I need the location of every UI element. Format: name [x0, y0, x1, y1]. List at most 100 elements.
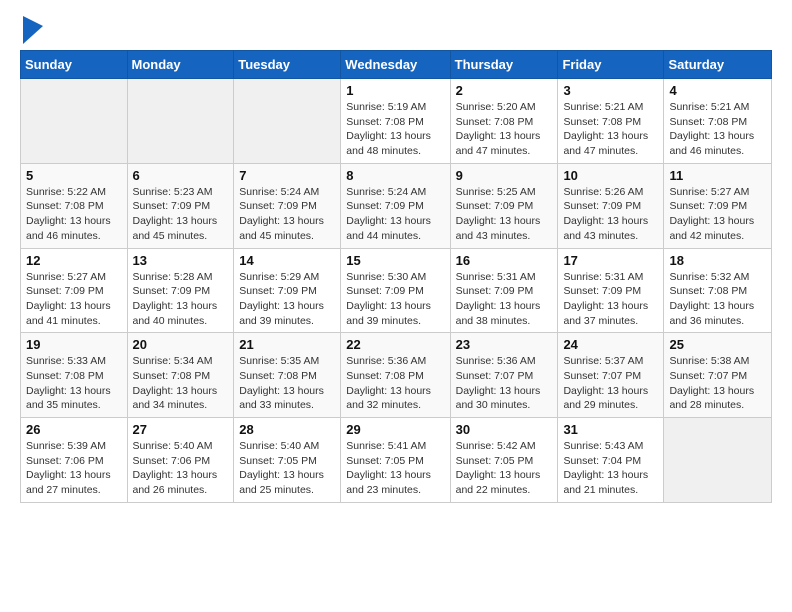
calendar-cell: 5 Sunrise: 5:22 AMSunset: 7:08 PMDaylight…	[21, 163, 128, 248]
day-number: 9	[456, 168, 553, 183]
calendar-cell	[664, 418, 772, 503]
day-number: 6	[133, 168, 229, 183]
calendar-cell: 30 Sunrise: 5:42 AMSunset: 7:05 PMDayligh…	[450, 418, 558, 503]
calendar-cell: 6 Sunrise: 5:23 AMSunset: 7:09 PMDaylight…	[127, 163, 234, 248]
day-number: 10	[563, 168, 658, 183]
day-detail: Sunrise: 5:41 AMSunset: 7:05 PMDaylight:…	[346, 439, 444, 498]
calendar-cell	[21, 79, 128, 164]
day-number: 12	[26, 253, 122, 268]
day-number: 22	[346, 337, 444, 352]
day-number: 23	[456, 337, 553, 352]
day-detail: Sunrise: 5:31 AMSunset: 7:09 PMDaylight:…	[563, 270, 658, 329]
weekday-header: Thursday	[450, 51, 558, 79]
day-number: 15	[346, 253, 444, 268]
day-number: 3	[563, 83, 658, 98]
calendar-cell: 4 Sunrise: 5:21 AMSunset: 7:08 PMDaylight…	[664, 79, 772, 164]
calendar-week-row: 12 Sunrise: 5:27 AMSunset: 7:09 PMDayligh…	[21, 248, 772, 333]
day-number: 21	[239, 337, 335, 352]
calendar-cell: 26 Sunrise: 5:39 AMSunset: 7:06 PMDayligh…	[21, 418, 128, 503]
day-detail: Sunrise: 5:21 AMSunset: 7:08 PMDaylight:…	[563, 100, 658, 159]
day-detail: Sunrise: 5:32 AMSunset: 7:08 PMDaylight:…	[669, 270, 766, 329]
day-detail: Sunrise: 5:40 AMSunset: 7:06 PMDaylight:…	[133, 439, 229, 498]
page-container: SundayMondayTuesdayWednesdayThursdayFrid…	[0, 0, 792, 513]
day-number: 7	[239, 168, 335, 183]
calendar-cell: 12 Sunrise: 5:27 AMSunset: 7:09 PMDayligh…	[21, 248, 128, 333]
day-detail: Sunrise: 5:38 AMSunset: 7:07 PMDaylight:…	[669, 354, 766, 413]
calendar-week-row: 26 Sunrise: 5:39 AMSunset: 7:06 PMDayligh…	[21, 418, 772, 503]
calendar-cell: 19 Sunrise: 5:33 AMSunset: 7:08 PMDayligh…	[21, 333, 128, 418]
day-number: 26	[26, 422, 122, 437]
day-number: 18	[669, 253, 766, 268]
day-number: 16	[456, 253, 553, 268]
day-detail: Sunrise: 5:21 AMSunset: 7:08 PMDaylight:…	[669, 100, 766, 159]
calendar-cell: 17 Sunrise: 5:31 AMSunset: 7:09 PMDayligh…	[558, 248, 664, 333]
day-number: 31	[563, 422, 658, 437]
calendar-cell: 28Sunrise: 5:40 AMSunset: 7:05 PMDayligh…	[234, 418, 341, 503]
calendar-cell: 14Sunrise: 5:29 AMSunset: 7:09 PMDayligh…	[234, 248, 341, 333]
day-number: 2	[456, 83, 553, 98]
day-detail: Sunrise: 5:30 AMSunset: 7:09 PMDaylight:…	[346, 270, 444, 329]
calendar-cell: 21Sunrise: 5:35 AMSunset: 7:08 PMDayligh…	[234, 333, 341, 418]
calendar-table: SundayMondayTuesdayWednesdayThursdayFrid…	[20, 50, 772, 503]
calendar-week-row: 19 Sunrise: 5:33 AMSunset: 7:08 PMDayligh…	[21, 333, 772, 418]
day-detail: Sunrise: 5:24 AMSunset: 7:09 PMDaylight:…	[346, 185, 444, 244]
day-detail: Sunrise: 5:42 AMSunset: 7:05 PMDaylight:…	[456, 439, 553, 498]
calendar-cell: 27 Sunrise: 5:40 AMSunset: 7:06 PMDayligh…	[127, 418, 234, 503]
day-number: 25	[669, 337, 766, 352]
day-detail: Sunrise: 5:34 AMSunset: 7:08 PMDaylight:…	[133, 354, 229, 413]
day-number: 8	[346, 168, 444, 183]
day-number: 24	[563, 337, 658, 352]
day-detail: Sunrise: 5:23 AMSunset: 7:09 PMDaylight:…	[133, 185, 229, 244]
calendar-cell: 7 Sunrise: 5:24 AMSunset: 7:09 PMDaylight…	[234, 163, 341, 248]
calendar-cell: 11 Sunrise: 5:27 AMSunset: 7:09 PMDayligh…	[664, 163, 772, 248]
day-number: 19	[26, 337, 122, 352]
day-detail: Sunrise: 5:22 AMSunset: 7:08 PMDaylight:…	[26, 185, 122, 244]
calendar-cell	[234, 79, 341, 164]
calendar-cell: 18 Sunrise: 5:32 AMSunset: 7:08 PMDayligh…	[664, 248, 772, 333]
calendar-cell: 8 Sunrise: 5:24 AMSunset: 7:09 PMDaylight…	[341, 163, 450, 248]
logo-icon	[23, 16, 43, 44]
day-detail: Sunrise: 5:40 AMSunset: 7:05 PMDaylight:…	[239, 439, 335, 498]
day-detail: Sunrise: 5:24 AMSunset: 7:09 PMDaylight:…	[239, 185, 335, 244]
calendar-cell: 22 Sunrise: 5:36 AMSunset: 7:08 PMDayligh…	[341, 333, 450, 418]
weekday-header: Friday	[558, 51, 664, 79]
day-detail: Sunrise: 5:25 AMSunset: 7:09 PMDaylight:…	[456, 185, 553, 244]
day-number: 11	[669, 168, 766, 183]
day-number: 17	[563, 253, 658, 268]
day-number: 4	[669, 83, 766, 98]
day-detail: Sunrise: 5:39 AMSunset: 7:06 PMDaylight:…	[26, 439, 122, 498]
calendar-cell: 10Sunrise: 5:26 AMSunset: 7:09 PMDayligh…	[558, 163, 664, 248]
calendar-cell	[127, 79, 234, 164]
weekday-header: Wednesday	[341, 51, 450, 79]
header	[20, 16, 772, 44]
day-detail: Sunrise: 5:20 AMSunset: 7:08 PMDaylight:…	[456, 100, 553, 159]
day-detail: Sunrise: 5:19 AMSunset: 7:08 PMDaylight:…	[346, 100, 444, 159]
day-number: 30	[456, 422, 553, 437]
day-detail: Sunrise: 5:29 AMSunset: 7:09 PMDaylight:…	[239, 270, 335, 329]
weekday-header: Sunday	[21, 51, 128, 79]
day-detail: Sunrise: 5:27 AMSunset: 7:09 PMDaylight:…	[669, 185, 766, 244]
logo	[20, 16, 43, 44]
calendar-cell: 20Sunrise: 5:34 AMSunset: 7:08 PMDayligh…	[127, 333, 234, 418]
calendar-cell: 16Sunrise: 5:31 AMSunset: 7:09 PMDayligh…	[450, 248, 558, 333]
calendar-cell: 29 Sunrise: 5:41 AMSunset: 7:05 PMDayligh…	[341, 418, 450, 503]
day-detail: Sunrise: 5:28 AMSunset: 7:09 PMDaylight:…	[133, 270, 229, 329]
calendar-week-row: 5 Sunrise: 5:22 AMSunset: 7:08 PMDaylight…	[21, 163, 772, 248]
day-detail: Sunrise: 5:27 AMSunset: 7:09 PMDaylight:…	[26, 270, 122, 329]
day-number: 13	[133, 253, 229, 268]
calendar-cell: 2 Sunrise: 5:20 AMSunset: 7:08 PMDaylight…	[450, 79, 558, 164]
calendar-cell: 15 Sunrise: 5:30 AMSunset: 7:09 PMDayligh…	[341, 248, 450, 333]
calendar-cell: 3 Sunrise: 5:21 AMSunset: 7:08 PMDaylight…	[558, 79, 664, 164]
day-detail: Sunrise: 5:36 AMSunset: 7:08 PMDaylight:…	[346, 354, 444, 413]
day-number: 27	[133, 422, 229, 437]
calendar-cell: 9 Sunrise: 5:25 AMSunset: 7:09 PMDaylight…	[450, 163, 558, 248]
calendar-cell: 13 Sunrise: 5:28 AMSunset: 7:09 PMDayligh…	[127, 248, 234, 333]
day-detail: Sunrise: 5:33 AMSunset: 7:08 PMDaylight:…	[26, 354, 122, 413]
weekday-header: Saturday	[664, 51, 772, 79]
weekday-header-row: SundayMondayTuesdayWednesdayThursdayFrid…	[21, 51, 772, 79]
day-number: 5	[26, 168, 122, 183]
day-number: 29	[346, 422, 444, 437]
calendar-cell: 31Sunrise: 5:43 AMSunset: 7:04 PMDayligh…	[558, 418, 664, 503]
day-detail: Sunrise: 5:36 AMSunset: 7:07 PMDaylight:…	[456, 354, 553, 413]
day-detail: Sunrise: 5:37 AMSunset: 7:07 PMDaylight:…	[563, 354, 658, 413]
